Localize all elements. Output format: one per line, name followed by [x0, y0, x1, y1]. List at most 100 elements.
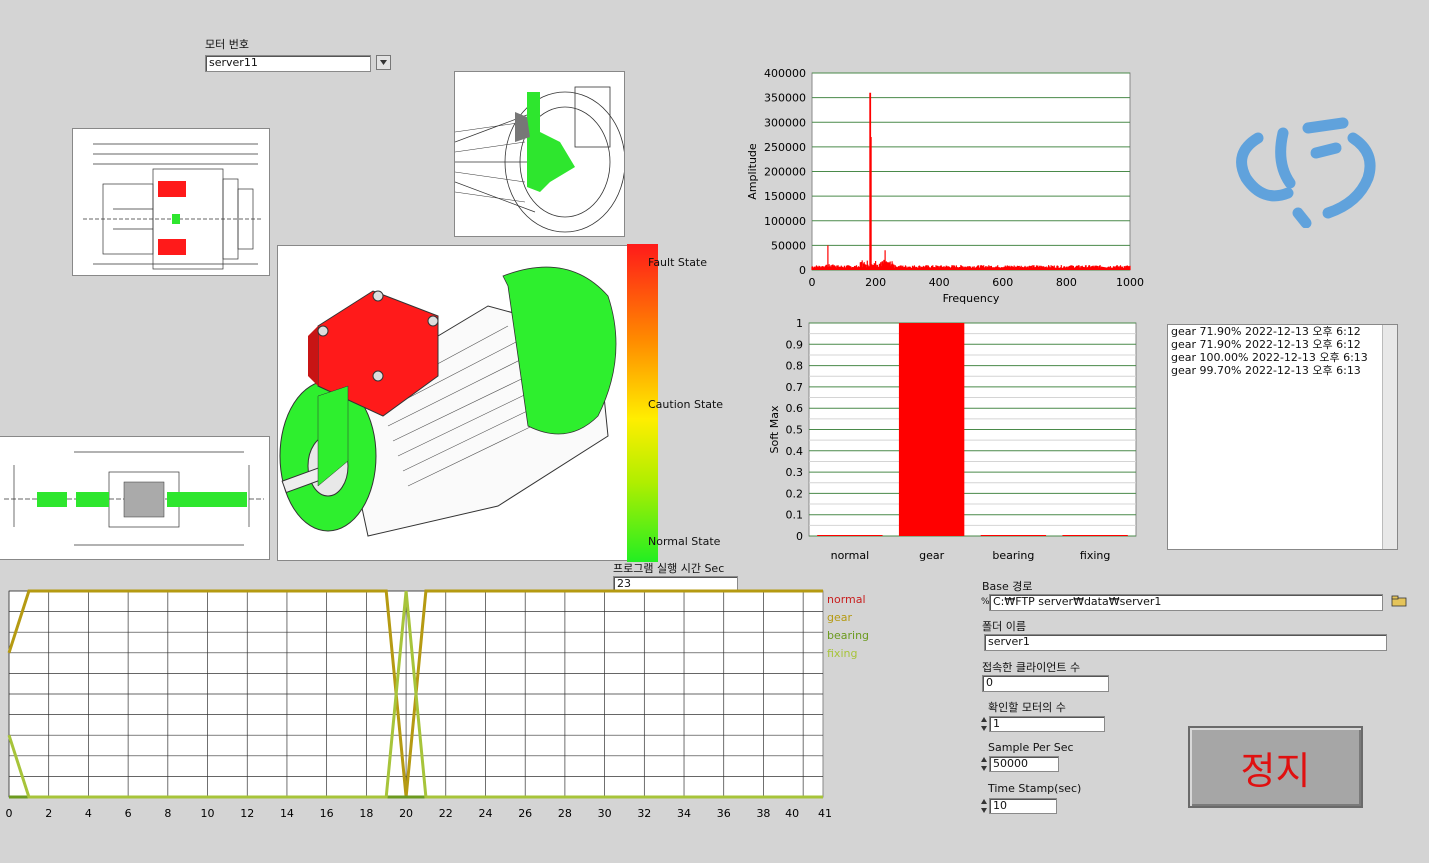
list-item[interactable]: gear 99.70% 2022-12-13 오후 6:13 — [1168, 364, 1397, 377]
motor-count-stepper[interactable] — [981, 716, 987, 732]
caution-state-label: Caution State — [648, 398, 724, 411]
softmax-y-tick-label: 0.7 — [786, 381, 804, 394]
fft-y-tick-label: 250000 — [764, 141, 806, 154]
fft-x-axis-label: Frequency — [943, 292, 1000, 305]
timeline-x-tick-label: 26 — [518, 807, 532, 820]
logo-icon — [1236, 117, 1376, 228]
fft-x-tick-label: 800 — [1056, 276, 1077, 289]
base-path-input[interactable]: C:₩FTP server₩data₩server1 — [989, 594, 1383, 611]
timeline-x-tick-label: 12 — [240, 807, 254, 820]
softmax-bar-fixing — [1062, 535, 1128, 536]
base-path-label: Base 경로 — [982, 580, 1033, 593]
fft-y-tick-label: 350000 — [764, 92, 806, 105]
fft-x-tick-label: 1000 — [1116, 276, 1144, 289]
timeline-x-tick-label: 20 — [399, 807, 413, 820]
softmax-bar-normal — [817, 535, 883, 536]
clients-value: 0 — [982, 675, 1109, 692]
softmax-y-tick-label: 0.5 — [786, 424, 804, 437]
sample-rate-label: Sample Per Sec — [988, 741, 1074, 754]
timeline-x-tick-label: 32 — [637, 807, 651, 820]
fft-y-tick-label: 300000 — [764, 116, 806, 129]
sample-rate-input[interactable]: 50000 — [989, 756, 1059, 772]
timeline-x-tick-label: 22 — [439, 807, 453, 820]
folder-browse-icon[interactable] — [1390, 594, 1410, 608]
fft-y-tick-label: 200000 — [764, 166, 806, 179]
time-stamp-input[interactable]: 10 — [989, 798, 1057, 814]
timeline-x-tick-label: 14 — [280, 807, 294, 820]
list-item[interactable]: gear 100.00% 2022-12-13 오후 6:13 — [1168, 351, 1397, 364]
timeline-x-tick-label: 36 — [717, 807, 731, 820]
timeline-x-tick-label: 10 — [201, 807, 215, 820]
timeline-x-tick-label: 16 — [320, 807, 334, 820]
timeline-x-tick-label: 0 — [6, 807, 13, 820]
motor-select[interactable]: server11 — [205, 55, 371, 72]
timeline-x-tick-label: 41 — [818, 807, 832, 820]
timeline-x-tick-label: 34 — [677, 807, 691, 820]
softmax-y-tick-label: 0.6 — [786, 402, 804, 415]
list-item[interactable]: gear 71.90% 2022-12-13 오후 6:12 — [1168, 325, 1397, 338]
fft-x-tick-label: 200 — [865, 276, 886, 289]
timeline-legend-bearing: bearing — [827, 629, 869, 642]
softmax-category-label: normal — [831, 549, 870, 562]
results-list[interactable]: gear 71.90% 2022-12-13 오후 6:12 gear 71.90… — [1167, 324, 1398, 550]
folder-name-input[interactable]: server1 — [984, 634, 1387, 651]
fft-x-tick-label: 400 — [929, 276, 950, 289]
softmax-y-tick-label: 0.4 — [786, 445, 804, 458]
fft-chart: 0 50000 100000 150000 200000 250000 300000 3500… — [746, 67, 1144, 305]
softmax-category-label: fixing — [1080, 549, 1110, 562]
timeline-x-tick-label: 6 — [125, 807, 132, 820]
motor-dimension-drawing — [72, 128, 270, 276]
motor-count-input[interactable]: 1 — [989, 716, 1105, 732]
stop-button[interactable]: 정지 — [1188, 726, 1363, 808]
softmax-y-axis-label: Soft Max — [768, 405, 781, 453]
motor-3d-drawing — [277, 245, 629, 561]
fault-state-label: Fault State — [648, 256, 708, 269]
runtime-label: 프로그램 실행 시간 Sec — [613, 562, 725, 575]
normal-state-label: Normal State — [648, 535, 721, 548]
time-stamp-label: Time Stamp(sec) — [988, 782, 1082, 795]
fft-x-tick-label: 600 — [992, 276, 1013, 289]
results-scrollbar[interactable] — [1382, 325, 1397, 549]
softmax-y-tick-label: 0.2 — [786, 487, 804, 500]
fft-y-axis-label: Amplitude — [746, 143, 759, 200]
fft-x-tick-label: 0 — [809, 276, 816, 289]
timeline-legend-fixing: fixing — [827, 647, 857, 660]
softmax-y-tick-label: 0.9 — [786, 338, 804, 351]
softmax-bar-bearing — [980, 535, 1047, 536]
timeline-x-tick-label: 24 — [478, 807, 492, 820]
softmax-y-tick-label: 1 — [796, 317, 803, 330]
motor-count-label: 확인할 모터의 수 — [988, 701, 1066, 714]
softmax-bar-gear — [898, 323, 965, 536]
timeline-chart: 0 2 4 6 8 10 12 14 16 18 20 22 24 26 28 30 32 34 36 38 40 41n… — [6, 589, 869, 820]
softmax-chart: 0 0.1 0.2 0.3 0.4 0.5 0.6 0.7 0.8 0.9 1 Soft Max nor… — [768, 317, 1137, 562]
timeline-x-tick-label: 38 — [756, 807, 770, 820]
folder-name-label: 폴더 이름 — [982, 620, 1026, 633]
timeline-x-tick-label: 28 — [558, 807, 572, 820]
sample-rate-stepper[interactable] — [981, 756, 987, 772]
path-type-icon: % — [981, 597, 990, 607]
fft-y-tick-label: 400000 — [764, 67, 806, 80]
softmax-y-tick-label: 0.8 — [786, 360, 804, 373]
timeline-x-tick-label: 4 — [85, 807, 92, 820]
timeline-x-tick-label: 40 — [785, 807, 799, 820]
list-item[interactable]: gear 71.90% 2022-12-13 오후 6:12 — [1168, 338, 1397, 351]
softmax-y-tick-label: 0.1 — [786, 509, 804, 522]
shaft-drawing — [0, 436, 270, 560]
clients-label: 접속한 클라이언트 수 — [982, 661, 1081, 674]
fft-y-tick-label: 100000 — [764, 215, 806, 228]
timeline-legend-normal: normal — [827, 593, 866, 606]
timeline-x-tick-label: 18 — [359, 807, 373, 820]
timeline-x-tick-label: 8 — [164, 807, 171, 820]
dropdown-arrow-icon[interactable] — [376, 55, 391, 70]
fft-y-tick-label: 150000 — [764, 190, 806, 203]
timeline-legend-gear: gear — [827, 611, 852, 624]
time-stamp-stepper[interactable] — [981, 798, 987, 814]
softmax-category-label: bearing — [992, 549, 1034, 562]
motor-cutaway-drawing — [454, 71, 625, 237]
motor-select-label: 모터 번호 — [205, 38, 249, 51]
timeline-x-tick-label: 30 — [598, 807, 612, 820]
timeline-x-tick-label: 2 — [45, 807, 52, 820]
softmax-y-tick-label: 0 — [796, 530, 803, 543]
softmax-category-label: gear — [919, 549, 944, 562]
fft-y-tick-label: 50000 — [771, 239, 806, 252]
